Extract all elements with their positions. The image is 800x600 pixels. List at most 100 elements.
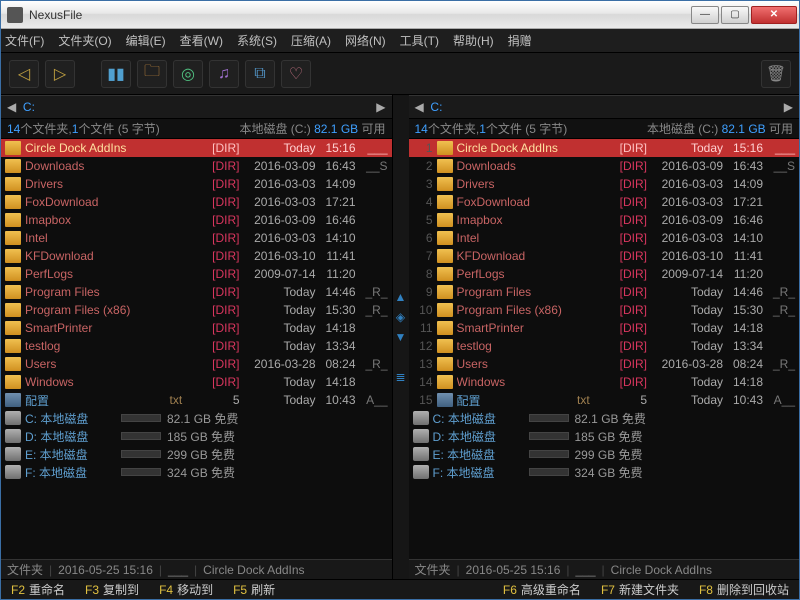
list-item[interactable]: C: 本地磁盘82.1 GB 免费 bbox=[409, 409, 800, 427]
list-item[interactable]: KFDownload[DIR]2016-03-1011:41 bbox=[1, 247, 392, 265]
list-item[interactable]: 11SmartPrinter[DIR]Today14:18 bbox=[409, 319, 800, 337]
list-item[interactable]: F: 本地磁盘324 GB 免费 bbox=[409, 463, 800, 481]
list-item[interactable]: D: 本地磁盘185 GB 免费 bbox=[409, 427, 800, 445]
list-item[interactable]: FoxDownload[DIR]2016-03-0317:21 bbox=[1, 193, 392, 211]
list-item[interactable]: 8PerfLogs[DIR]2009-07-1411:20 bbox=[409, 265, 800, 283]
row-number: 10 bbox=[413, 303, 433, 317]
fn-key[interactable]: F4移动到 bbox=[149, 580, 223, 599]
list-item[interactable]: 3Drivers[DIR]2016-03-0314:09 bbox=[409, 175, 800, 193]
pane-divider[interactable]: ▲ ◈ ▼ ≣ bbox=[393, 95, 409, 579]
menu-item[interactable]: 查看(W) bbox=[180, 32, 223, 49]
file-icon bbox=[5, 393, 21, 407]
list-item[interactable]: 配置txt5Today10:43A__ bbox=[1, 391, 392, 409]
menu-item[interactable]: 工具(T) bbox=[400, 32, 439, 49]
nav-back-button[interactable]: ◁ bbox=[9, 60, 39, 88]
fn-key[interactable]: F7新建文件夹 bbox=[591, 580, 689, 599]
music-icon[interactable]: ♫ bbox=[209, 60, 239, 88]
sync-bars-icon[interactable]: ≣ bbox=[395, 370, 405, 384]
fn-key[interactable]: F8删除到回收站 bbox=[689, 580, 799, 599]
sync-down-icon[interactable]: ▼ bbox=[395, 330, 407, 344]
drive-label: C: bbox=[23, 100, 35, 114]
list-item[interactable]: Drivers[DIR]2016-03-0314:09 bbox=[1, 175, 392, 193]
folder-icon[interactable]: 🗀 bbox=[137, 60, 167, 88]
menu-item[interactable]: 压缩(A) bbox=[291, 32, 331, 49]
list-item[interactable]: Users[DIR]2016-03-2808:24_R_ bbox=[1, 355, 392, 373]
drive-icon bbox=[413, 465, 429, 479]
list-item[interactable]: D: 本地磁盘185 GB 免费 bbox=[1, 427, 392, 445]
list-item[interactable]: 7KFDownload[DIR]2016-03-1011:41 bbox=[409, 247, 800, 265]
folder-icon bbox=[5, 195, 21, 209]
function-bar: F2重命名F3复制到F4移动到F5刷新 F6高级重命名F7新建文件夹F8删除到回收… bbox=[1, 579, 799, 599]
list-item[interactable]: Imapbox[DIR]2016-03-0916:46 bbox=[1, 211, 392, 229]
fn-key[interactable]: F2重命名 bbox=[1, 580, 75, 599]
menu-item[interactable]: 文件夹(O) bbox=[58, 32, 111, 49]
menu-item[interactable]: 系统(S) bbox=[237, 32, 277, 49]
list-item[interactable]: 2Downloads[DIR]2016-03-0916:43__S bbox=[409, 157, 800, 175]
archive-icon[interactable]: ⧉ bbox=[245, 60, 275, 88]
drive-icon bbox=[5, 429, 21, 443]
list-item[interactable]: Intel[DIR]2016-03-0314:10 bbox=[1, 229, 392, 247]
menu-item[interactable]: 捐赠 bbox=[508, 32, 532, 49]
list-item[interactable]: Circle Dock AddIns[DIR]Today15:16___ bbox=[1, 139, 392, 157]
list-item[interactable]: 9Program Files[DIR]Today14:46_R_ bbox=[409, 283, 800, 301]
right-pane: ◀ C:▶14 个文件夹, 1 个文件 (5 字节)本地磁盘 (C:) 82.1… bbox=[409, 95, 800, 579]
list-item[interactable]: 13Users[DIR]2016-03-2808:24_R_ bbox=[409, 355, 800, 373]
list-item[interactable]: 6Intel[DIR]2016-03-0314:10 bbox=[409, 229, 800, 247]
trash-button[interactable]: 🗑 bbox=[761, 60, 791, 88]
toolbar: ◁ ▷ ▮▮ 🗀 ◎ ♫ ⧉ ♡ 🗑 bbox=[1, 53, 799, 95]
list-item[interactable]: 15配置txt5Today10:43A__ bbox=[409, 391, 800, 409]
drive-icon bbox=[413, 411, 429, 425]
folder-icon bbox=[437, 159, 453, 173]
list-item[interactable]: Program Files[DIR]Today14:46_R_ bbox=[1, 283, 392, 301]
menu-item[interactable]: 编辑(E) bbox=[126, 32, 166, 49]
list-item[interactable]: 14Windows[DIR]Today14:18 bbox=[409, 373, 800, 391]
fn-key[interactable]: F6高级重命名 bbox=[493, 580, 591, 599]
sync-up-icon[interactable]: ▲ bbox=[395, 290, 407, 304]
favorite-icon[interactable]: ♡ bbox=[281, 60, 311, 88]
folder-icon bbox=[5, 213, 21, 227]
list-item[interactable]: testlog[DIR]Today13:34 bbox=[1, 337, 392, 355]
list-item[interactable]: E: 本地磁盘299 GB 免费 bbox=[409, 445, 800, 463]
list-item[interactable]: Windows[DIR]Today14:18 bbox=[1, 373, 392, 391]
fn-key[interactable]: F3复制到 bbox=[75, 580, 149, 599]
list-item[interactable]: SmartPrinter[DIR]Today14:18 bbox=[1, 319, 392, 337]
minimize-button[interactable]: — bbox=[691, 6, 719, 24]
folder-icon bbox=[437, 303, 453, 317]
row-number: 9 bbox=[413, 285, 433, 299]
list-item[interactable]: F: 本地磁盘324 GB 免费 bbox=[1, 463, 392, 481]
maximize-button[interactable]: ▢ bbox=[721, 6, 749, 24]
list-item[interactable]: C: 本地磁盘82.1 GB 免费 bbox=[1, 409, 392, 427]
list-item[interactable]: 4FoxDownload[DIR]2016-03-0317:21 bbox=[409, 193, 800, 211]
sync-mid-icon[interactable]: ◈ bbox=[396, 310, 405, 324]
row-number: 12 bbox=[413, 339, 433, 353]
menu-item[interactable]: 网络(N) bbox=[345, 32, 386, 49]
path-bar[interactable]: ◀ C:▶ bbox=[1, 95, 392, 119]
path-bar[interactable]: ◀ C:▶ bbox=[409, 95, 800, 119]
folder-icon bbox=[437, 285, 453, 299]
list-item[interactable]: Program Files (x86)[DIR]Today15:30_R_ bbox=[1, 301, 392, 319]
fn-key[interactable]: F5刷新 bbox=[223, 580, 285, 599]
close-button[interactable]: ✕ bbox=[751, 6, 797, 24]
nav-fwd-button[interactable]: ▷ bbox=[45, 60, 75, 88]
menu-item[interactable]: 帮助(H) bbox=[453, 32, 494, 49]
row-number: 14 bbox=[413, 375, 433, 389]
menu-item[interactable]: 文件(F) bbox=[5, 32, 44, 49]
list-item[interactable]: 5Imapbox[DIR]2016-03-0916:46 bbox=[409, 211, 800, 229]
camera-icon[interactable]: ◎ bbox=[173, 60, 203, 88]
panel-icon[interactable]: ▮▮ bbox=[101, 60, 131, 88]
list-item[interactable]: PerfLogs[DIR]2009-07-1411:20 bbox=[1, 265, 392, 283]
row-number: 5 bbox=[413, 213, 433, 227]
window-title: NexusFile bbox=[29, 8, 691, 22]
list-item[interactable]: 12testlog[DIR]Today13:34 bbox=[409, 337, 800, 355]
drive-icon bbox=[5, 465, 21, 479]
list-item[interactable]: Downloads[DIR]2016-03-0916:43__S bbox=[1, 157, 392, 175]
row-number: 15 bbox=[413, 393, 433, 407]
list-item[interactable]: E: 本地磁盘299 GB 免费 bbox=[1, 445, 392, 463]
drive-icon bbox=[5, 447, 21, 461]
folder-icon bbox=[437, 321, 453, 335]
file-list[interactable]: Circle Dock AddIns[DIR]Today15:16___Down… bbox=[1, 139, 392, 559]
list-item[interactable]: 1Circle Dock AddIns[DIR]Today15:16___ bbox=[409, 139, 800, 157]
file-list[interactable]: 1Circle Dock AddIns[DIR]Today15:16___2Do… bbox=[409, 139, 800, 559]
list-item[interactable]: 10Program Files (x86)[DIR]Today15:30_R_ bbox=[409, 301, 800, 319]
left-pane: ◀ C:▶14 个文件夹, 1 个文件 (5 字节)本地磁盘 (C:) 82.1… bbox=[1, 95, 393, 579]
